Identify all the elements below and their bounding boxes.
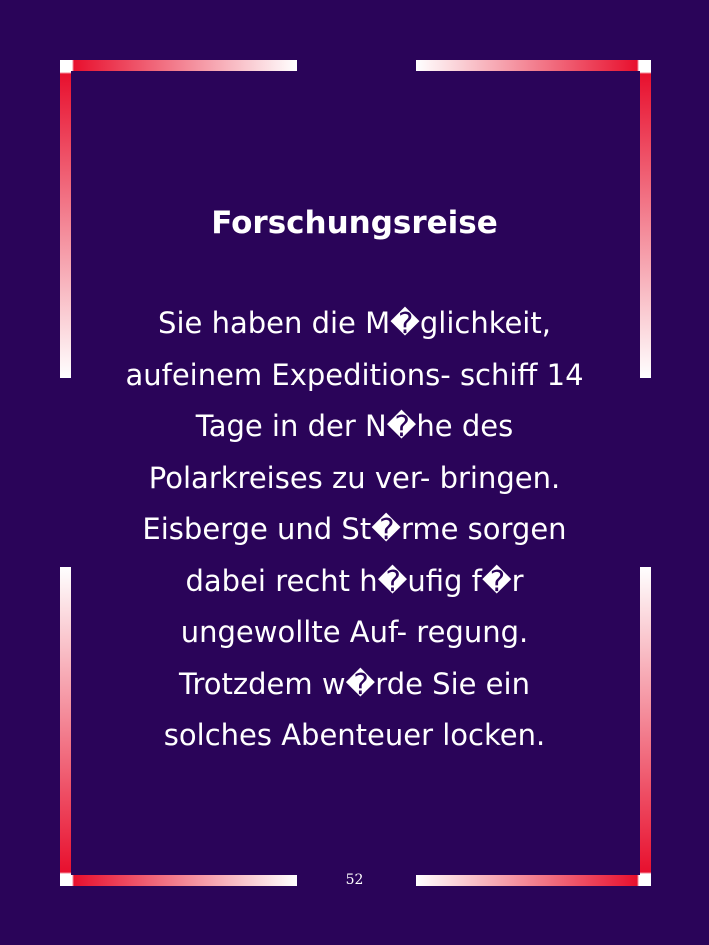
page-number: 52 xyxy=(345,872,364,888)
body-line: Polarkreises zu ver- bringen. xyxy=(148,460,561,495)
body-line: Trotzdem w�rde Sie ein xyxy=(179,666,530,701)
body-line: dabei recht h�ufig f�r xyxy=(185,563,524,598)
page-title: Forschungsreise xyxy=(211,205,498,241)
body-line: Tage in der N�he des xyxy=(195,409,514,443)
frame-corner-bottom-right-vertical xyxy=(640,567,651,886)
body-line: aufeinem Expeditions- schiff 14 xyxy=(125,357,584,392)
body-line: solches Abenteuer locken. xyxy=(163,718,546,752)
frame-corner-top-right-horizontal xyxy=(416,60,651,71)
body-line: ungewollte Auf- regung. xyxy=(180,615,529,649)
frame-corner-top-left-horizontal xyxy=(60,60,297,71)
body-line: Sie haben die M�glichkeit, xyxy=(158,306,551,340)
body-line: Eisberge und St�rme sorgen xyxy=(142,512,567,546)
frame-corner-bottom-left-vertical xyxy=(60,567,71,886)
body-text: Sie haben die M�glichkeit, aufeinem Expe… xyxy=(95,298,614,762)
